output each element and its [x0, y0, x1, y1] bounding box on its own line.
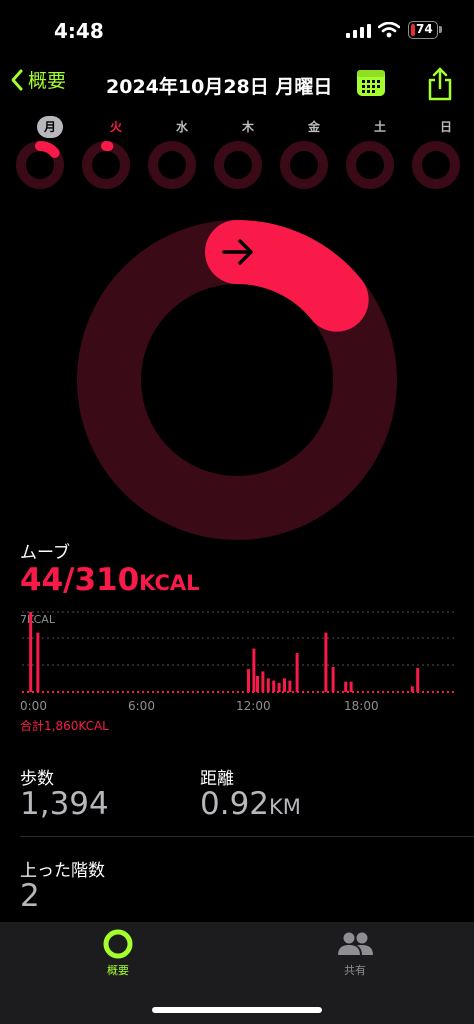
people-icon — [338, 932, 373, 955]
day-ring-2[interactable] — [147, 140, 197, 190]
divider — [20, 836, 474, 837]
move-ring — [77, 220, 397, 540]
chart-bar — [261, 671, 265, 692]
chart-bar — [266, 678, 270, 692]
hourly-move-chart: 7KCAL 0:00 6:00 12:00 18:00 — [20, 611, 454, 713]
day-ring-1[interactable] — [81, 140, 131, 190]
chart-x-tick-label: 6:00 — [128, 699, 155, 713]
day-label-6[interactable]: 日 — [433, 116, 459, 138]
chart-bar — [324, 632, 328, 692]
day-label-0[interactable]: 月 — [37, 116, 63, 138]
chart-bar — [349, 681, 353, 692]
day-label-2[interactable]: 水 — [169, 116, 195, 138]
chart-bar — [288, 680, 292, 692]
distance-number: 0.92 — [200, 786, 270, 822]
floors-value: 2 — [20, 878, 40, 914]
chart-bar — [331, 666, 335, 692]
chart-bar — [344, 681, 348, 692]
calendar-button[interactable] — [357, 70, 385, 96]
day-ring-0[interactable] — [15, 140, 65, 190]
chart-bar — [29, 612, 33, 692]
activity-rings-icon — [103, 929, 133, 959]
back-button[interactable]: 概要 — [10, 66, 66, 93]
share-icon[interactable] — [427, 67, 453, 101]
day-ring-5[interactable] — [345, 140, 395, 190]
tab-summary[interactable]: 概要 — [78, 928, 158, 978]
tab-sharing[interactable]: 共有 — [315, 928, 395, 978]
distance-unit: KM — [269, 795, 301, 819]
calendar-icon — [357, 70, 385, 93]
day-ring-progress-0 — [35, 141, 60, 158]
chart-bar — [283, 678, 286, 692]
chart-ymax-label: 7KCAL — [20, 613, 56, 626]
chart-bar — [36, 632, 40, 692]
cellular-signal-icon — [346, 24, 371, 38]
tab-sharing-label: 共有 — [344, 964, 366, 977]
chart-x-tick-label: 0:00 — [20, 699, 47, 713]
day-ring-3[interactable] — [213, 140, 263, 190]
chart-bar — [272, 680, 276, 692]
move-value-unit: KCAL — [139, 571, 200, 595]
chart-total: 合計1,860KCAL — [20, 719, 109, 733]
status-time: 4:48 — [54, 19, 104, 43]
chart-bars — [29, 612, 420, 692]
move-value-number: 44/310 — [20, 562, 140, 598]
day-label-5[interactable]: 土 — [367, 116, 393, 138]
wifi-icon — [378, 22, 400, 38]
steps-value: 1,394 — [20, 786, 109, 822]
move-ring-progress — [205, 220, 369, 332]
chart-bar — [416, 668, 420, 692]
day-label-1[interactable]: 火 — [103, 116, 129, 138]
chart-bar — [295, 653, 299, 692]
day-ring-4[interactable] — [279, 140, 329, 190]
chart-x-tick-label: 18:00 — [344, 699, 379, 713]
battery-icon: 74 — [408, 21, 438, 39]
move-value: 44/310KCAL — [20, 562, 200, 598]
day-label-3[interactable]: 木 — [235, 116, 261, 138]
chart-bar — [410, 686, 414, 692]
page-title: 2024年10月28日 月曜日 — [106, 76, 333, 98]
chart-bar — [252, 648, 256, 692]
chart-bar — [277, 682, 281, 692]
tab-summary-label: 概要 — [107, 964, 129, 977]
home-indicator — [152, 1007, 322, 1013]
day-label-4[interactable]: 金 — [301, 116, 327, 138]
chevron-left-icon — [11, 69, 23, 90]
back-label: 概要 — [28, 70, 67, 92]
chart-bar — [247, 669, 250, 692]
chart-bar — [256, 676, 259, 692]
move-title: ムーブ — [20, 543, 70, 563]
battery-cap — [439, 26, 442, 33]
chart-x-tick-label: 12:00 — [236, 699, 271, 713]
chart-gridlines — [22, 611, 454, 693]
battery-level: 74 — [416, 22, 433, 36]
distance-value: 0.92KM — [200, 786, 301, 822]
chart-x-labels: 0:00 6:00 12:00 18:00 — [20, 699, 379, 713]
day-ring-6[interactable] — [411, 140, 461, 190]
